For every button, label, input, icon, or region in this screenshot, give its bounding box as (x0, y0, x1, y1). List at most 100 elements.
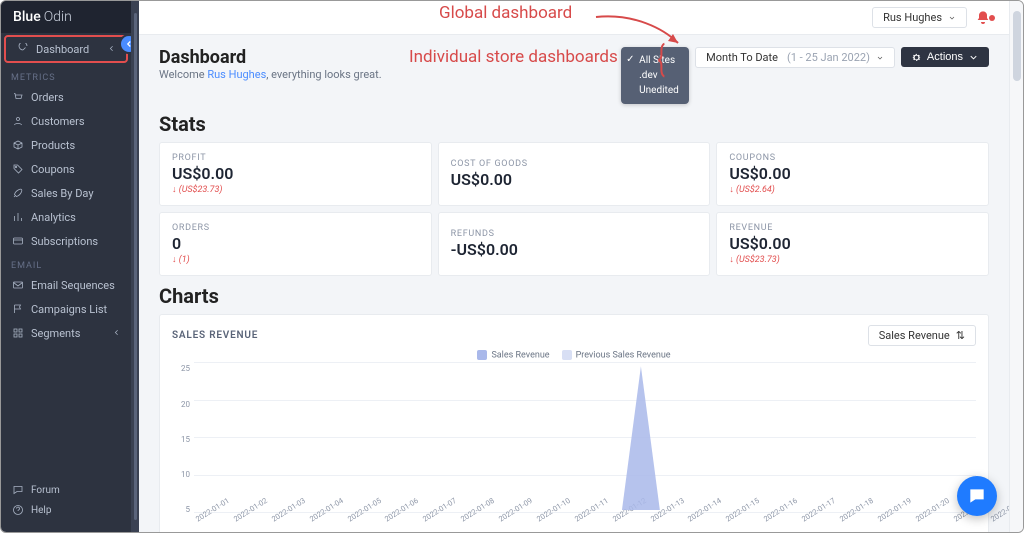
xtick: 2022-01-07 (421, 496, 465, 532)
chat-fab[interactable] (957, 476, 997, 516)
sidebar-item-coupons[interactable]: Coupons (1, 157, 131, 181)
chevron-down-icon (968, 52, 979, 63)
mail-icon (11, 278, 25, 292)
stat-card-orders: ORDERS0↓ (1) (159, 212, 432, 276)
sidebar-item-label: Orders (31, 91, 64, 104)
sidebar-item-label: Email Sequences (31, 279, 115, 292)
sidebar-item-customers[interactable]: Customers (1, 109, 131, 133)
stat-delta: ↓ (US$2.64) (729, 184, 976, 195)
sidebar-item-analytics[interactable]: Analytics (1, 205, 131, 229)
brand-thin: Odin (44, 9, 72, 25)
xtick: 2022-01-18 (838, 496, 882, 532)
sort-icon: ⇅ (956, 329, 965, 342)
stat-label: COUPONS (729, 153, 976, 163)
page-subtitle: Welcome Rus Hughes, everything looks gre… (159, 68, 382, 81)
sidebar-item-sales-by-day[interactable]: Sales By Day (1, 181, 131, 205)
chart-legend: Sales Revenue Previous Sales Revenue (172, 350, 976, 360)
chart-peak (622, 366, 660, 510)
gauge-icon (16, 42, 30, 56)
scrollbar-thumb[interactable] (1013, 11, 1021, 81)
sidebar-footer-forum[interactable]: Forum (1, 480, 131, 500)
chevron-down-icon (948, 14, 956, 22)
stat-value: US$0.00 (729, 234, 976, 253)
gear-icon (911, 52, 922, 63)
stat-value: US$0.00 (172, 164, 419, 183)
sidebar-item-dashboard[interactable]: Dashboard (4, 35, 128, 63)
page-header: Dashboard Welcome Rus Hughes, everything… (159, 47, 989, 104)
xtick: 2022-01-17 (800, 496, 844, 532)
sidebar: Blue Odin Dashboard METRICS Orders Custome… (1, 1, 131, 532)
cart-icon (11, 90, 25, 104)
chat-icon (11, 483, 25, 497)
chevron-left-icon (112, 327, 121, 340)
ytick: 5 (186, 505, 191, 514)
stat-label: PROFIT (172, 153, 419, 163)
brand-strong: Blue (13, 9, 41, 25)
topbar: Rus Hughes (139, 1, 1009, 35)
chart-title: SALES REVENUE (172, 330, 258, 341)
sidebar-item-label: Dashboard (36, 43, 89, 56)
sidebar-item-orders[interactable]: Orders (1, 85, 131, 109)
stat-label: ORDERS (172, 223, 419, 233)
stat-card-revenue: REVENUEUS$0.00↓ (US$23.73) (716, 212, 989, 276)
sidebar-item-label: Products (31, 139, 75, 152)
sidebar-item-products[interactable]: Products (1, 133, 131, 157)
sidebar-scrollbar[interactable] (131, 1, 139, 532)
notification-dot (989, 15, 995, 21)
sites-dropdown[interactable]: All Sites.devUnedited (621, 47, 689, 104)
sidebar-section-label: METRICS (1, 65, 131, 85)
bars-icon (11, 210, 25, 224)
rocket-icon (11, 186, 25, 200)
stat-value: US$0.00 (729, 164, 976, 183)
brand[interactable]: Blue Odin (1, 1, 131, 33)
sidebar-item-label: Subscriptions (31, 235, 98, 248)
tag-icon (11, 162, 25, 176)
sidebar-footer-help[interactable]: Help (1, 500, 131, 520)
xtick: 2022-01-19 (876, 496, 920, 532)
sidebar-item-label: Sales By Day (31, 187, 94, 200)
xtick: 2022-01-08 (459, 496, 503, 532)
xtick: 2022-01-16 (762, 496, 806, 532)
grid-icon (11, 326, 25, 340)
sidebar-item-subscriptions[interactable]: Subscriptions (1, 229, 131, 253)
stat-label: REFUNDS (451, 229, 698, 239)
sites-option-all-sites[interactable]: All Sites (621, 53, 689, 68)
sites-option--dev[interactable]: .dev (621, 68, 689, 83)
sidebar-item-label: Customers (31, 115, 85, 128)
sidebar-item-label: Segments (31, 327, 80, 340)
ytick: 15 (181, 435, 190, 444)
actions-button[interactable]: Actions (901, 47, 989, 67)
ytick: 10 (181, 470, 190, 479)
stat-delta: ↓ (US$23.73) (729, 254, 976, 265)
page-scrollbar[interactable] (1009, 1, 1023, 532)
help-icon (11, 503, 25, 517)
card-icon (11, 234, 25, 248)
xtick: 2022-01-02 (232, 496, 276, 532)
sidebar-item-email-sequences[interactable]: Email Sequences (1, 273, 131, 297)
chart-type-selector[interactable]: Sales Revenue ⇅ (868, 325, 976, 346)
xtick: 2022-01-09 (497, 496, 541, 532)
sites-option-unedited[interactable]: Unedited (621, 83, 689, 98)
xtick: 2022-01-15 (724, 496, 768, 532)
sidebar-item-label: Analytics (31, 211, 76, 224)
sidebar-item-campaigns-list[interactable]: Campaigns List (1, 297, 131, 321)
notifications-button[interactable] (975, 10, 995, 26)
xtick: 2022-01-14 (686, 496, 730, 532)
flag-icon (11, 302, 25, 316)
user-menu[interactable]: Rus Hughes (872, 7, 967, 28)
ytick: 20 (181, 400, 190, 409)
stats-grid: PROFITUS$0.00↓ (US$23.73)COST OF GOODSUS… (159, 142, 989, 276)
date-range-filter[interactable]: Month To Date (1 - 25 Jan 2022) (695, 47, 895, 68)
sidebar-item-segments[interactable]: Segments (1, 321, 131, 345)
welcome-user-link[interactable]: Rus Hughes (207, 68, 266, 81)
xtick: 2022-01-04 (308, 496, 352, 532)
xtick: 2022-01-03 (270, 496, 314, 532)
chevron-down-icon (876, 54, 884, 62)
user-name: Rus Hughes (883, 11, 942, 24)
xtick: 2022-01-01 (194, 496, 238, 532)
sidebar-item-label: Coupons (31, 163, 75, 176)
charts-heading: Charts (159, 284, 989, 308)
chart-card: SALES REVENUE Sales Revenue ⇅ Sales Reve… (159, 314, 989, 532)
xtick: 2022-01-10 (535, 496, 579, 532)
stat-value: 0 (172, 234, 419, 253)
